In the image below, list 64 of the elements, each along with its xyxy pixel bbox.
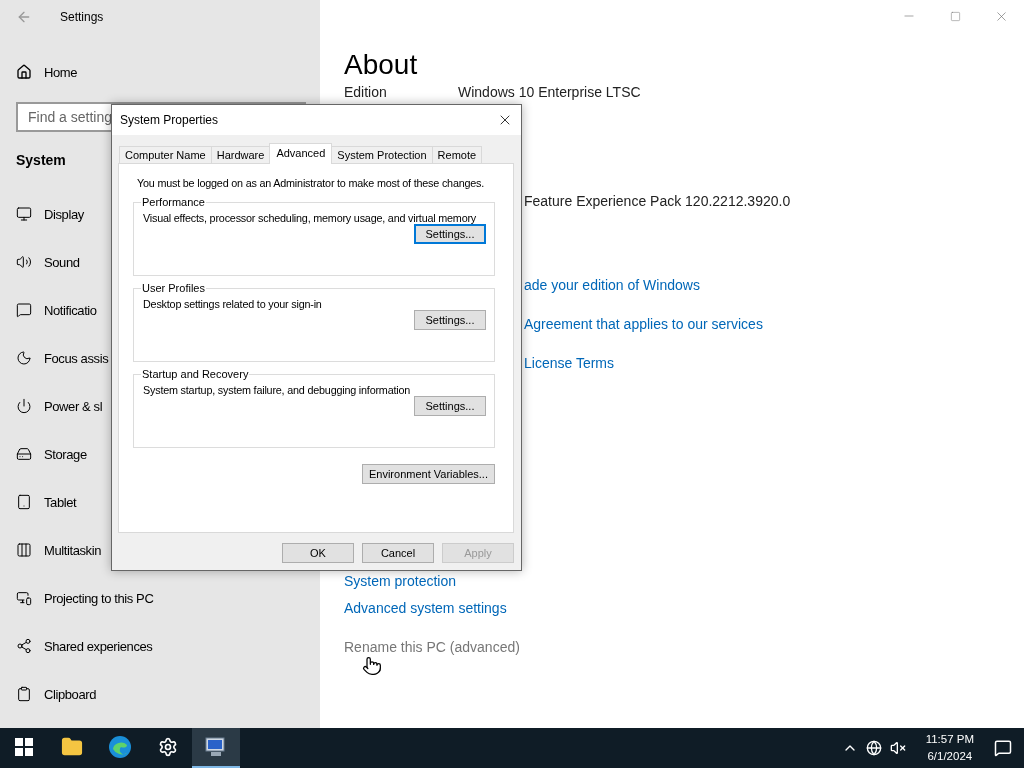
nav-item[interactable]: Multitaskin [44, 542, 101, 558]
moon-icon [16, 350, 32, 366]
tablet-icon [16, 494, 32, 510]
start-icon[interactable] [15, 738, 33, 756]
power-icon [16, 398, 32, 414]
notice-text: You must be logged on as an Administrator to make most of these changes. [137, 176, 485, 190]
spec-value: Feature Experience Pack 120.2212.3920.0 [524, 193, 791, 209]
home-icon [16, 64, 32, 80]
spec-value: Windows 10 Enterprise LTSC [458, 84, 641, 100]
group-title: Performance [141, 196, 206, 208]
nav-item[interactable]: Shared experiences [44, 638, 153, 654]
nav-item[interactable]: Projecting to this PC [44, 590, 154, 606]
settings-button[interactable]: Settings... [414, 310, 486, 330]
nav-item[interactable]: Storage [44, 446, 87, 462]
tab[interactable]: Computer Name [119, 146, 212, 164]
settings-icon[interactable] [158, 737, 178, 757]
nav-item[interactable]: Display [44, 206, 84, 222]
settings-button[interactable]: Settings... [414, 224, 486, 244]
link[interactable]: System protection [344, 573, 457, 589]
folder-icon[interactable] [61, 736, 83, 758]
nav-item[interactable]: Home [44, 64, 78, 80]
link[interactable]: Agreement that applies to our services [524, 316, 763, 332]
link[interactable]: Advanced system settings [344, 600, 507, 616]
monitor-icon [16, 206, 32, 222]
tab[interactable]: Remote [431, 146, 483, 164]
section-title: System [16, 152, 66, 168]
speaker-icon [16, 254, 32, 270]
link[interactable]: License Terms [524, 355, 614, 371]
hand-cursor-icon [362, 656, 382, 676]
spec-label: Edition [344, 84, 388, 100]
tab[interactable]: System Protection [331, 146, 433, 164]
group-description: Visual effects, processor scheduling, memory usage, and virtual memory [143, 212, 477, 224]
columns-icon [16, 542, 32, 558]
nav-item[interactable]: Sound [44, 254, 80, 270]
window-title: Settings [60, 10, 104, 24]
dialog-button[interactable]: OK [282, 543, 354, 563]
dialog-title: System Properties [120, 113, 219, 127]
tab[interactable]: Advanced [269, 143, 333, 164]
nav-item[interactable]: Notificatio [44, 302, 97, 318]
nav-item[interactable]: Focus assis [44, 350, 109, 366]
group-title: Startup and Recovery [141, 368, 250, 380]
computer-icon[interactable] [204, 736, 228, 758]
browser-icon[interactable] [108, 735, 132, 759]
notifications-icon[interactable] [994, 739, 1012, 757]
group-description: System startup, system failure, and debugging information [143, 384, 411, 396]
clock[interactable]: 11:57 PM 6/1/2024 [925, 731, 974, 765]
drive-icon [16, 446, 32, 462]
page-heading: About [344, 50, 418, 80]
nav-item[interactable]: Clipboard [44, 686, 97, 702]
nav-item[interactable]: Tablet [44, 494, 77, 510]
link[interactable]: ade your edition of Windows [524, 277, 700, 293]
share-icon [16, 638, 32, 654]
globe-icon[interactable] [865, 740, 882, 756]
monitors-icon [16, 590, 32, 606]
group-title: User Profiles [141, 282, 206, 294]
dialog-button[interactable]: Cancel [362, 543, 434, 563]
muted-speaker-icon[interactable] [889, 740, 906, 756]
nav-item[interactable]: Power & sl [44, 398, 103, 414]
clipboard-icon [16, 686, 32, 702]
environment-variables-button[interactable]: Environment Variables... [361, 464, 495, 484]
settings-button[interactable]: Settings... [414, 396, 486, 416]
message-icon [16, 302, 32, 318]
group-description: Desktop settings related to your sign-in [143, 298, 322, 310]
taskbar-button[interactable] [192, 728, 240, 768]
